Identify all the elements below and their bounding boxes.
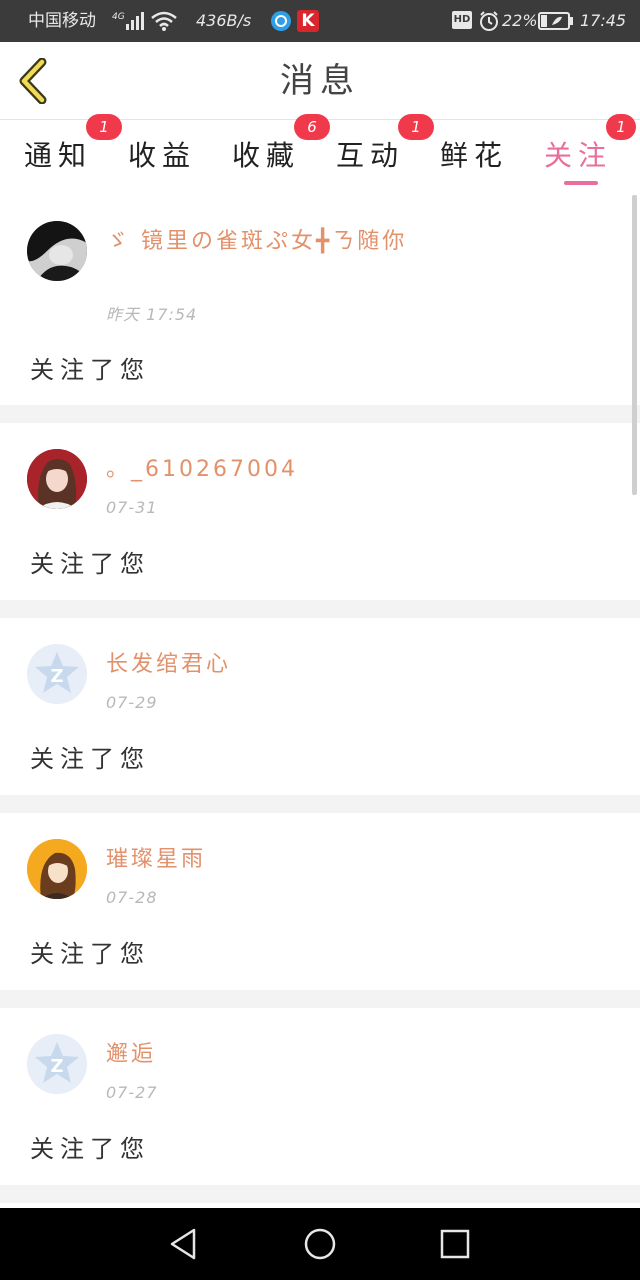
nav-home-button[interactable] [302, 1226, 338, 1262]
list-item[interactable]: ゞ 镜里の雀斑ぷ女╋ㄋ随你 昨天 17:54 关注了您 [0, 190, 640, 405]
tab-label: 通知 [23, 139, 92, 172]
tab-flowers[interactable]: 鲜花 [422, 120, 526, 190]
square-recents-icon [440, 1229, 470, 1259]
clock: 17:45 [580, 11, 627, 30]
tab-label: 互动 [335, 139, 404, 172]
svg-text:Z: Z [50, 666, 63, 687]
timestamp: 昨天 17:54 [106, 305, 198, 324]
divider [0, 990, 640, 1008]
k-app-label: K [301, 11, 315, 31]
tab-label: 收益 [127, 139, 196, 172]
alarm-icon [478, 10, 500, 32]
avatar[interactable] [27, 839, 87, 899]
page-title: 消息 [280, 61, 360, 101]
tab-notifications[interactable]: 通知 1 [6, 114, 122, 190]
svg-text:Z: Z [50, 1056, 63, 1077]
nav-recents-button[interactable] [437, 1226, 473, 1262]
hd-icon: HD [452, 11, 472, 29]
username[interactable]: 长发绾君心 [106, 648, 416, 682]
app-notification-icon [270, 10, 292, 32]
divider [0, 1185, 640, 1203]
network-speed: 436B/s [196, 11, 252, 30]
tab-label: 鲜花 [439, 139, 508, 172]
status-bar: 中国移动 4G 436B/s K HD 22% 17:45 [0, 0, 640, 42]
username[interactable]: 璀璨星雨 [106, 843, 416, 877]
message-text: 关注了您 [30, 940, 150, 968]
default-avatar-icon: Z [27, 1034, 87, 1094]
hd-label: HD [453, 14, 471, 25]
username[interactable]: 。_610267004 [106, 453, 416, 487]
avatar[interactable]: Z [27, 644, 87, 704]
battery-icon [538, 12, 574, 30]
circle-home-icon [304, 1228, 336, 1260]
battery-percent: 22% [502, 11, 538, 30]
message-text: 关注了您 [30, 550, 150, 578]
tab-label: 收藏 [231, 139, 300, 172]
system-nav-bar [0, 1208, 640, 1280]
tab-bar: 通知 1 收益 收藏 6 互动 1 鲜花 关注 1 [0, 114, 640, 190]
signal-icon: 4G [112, 10, 146, 32]
active-tab-indicator [564, 181, 598, 185]
avatar[interactable] [27, 221, 87, 281]
username[interactable]: 邂逅 [106, 1038, 416, 1072]
list-item[interactable]: Z 长发绾君心 07-29 关注了您 [0, 618, 640, 795]
divider [0, 795, 640, 813]
triangle-back-icon [170, 1228, 196, 1260]
list-item[interactable]: 。_610267004 07-31 关注了您 [0, 423, 640, 600]
list-item[interactable]: Z 邂逅 07-27 关注了您 [0, 1008, 640, 1185]
tab-favorites[interactable]: 收藏 6 [214, 114, 330, 190]
header-bar: 消息 [0, 42, 640, 120]
divider [0, 600, 640, 618]
wifi-icon [150, 10, 178, 32]
username[interactable]: ゞ 镜里の雀斑ぷ女╋ㄋ随你 [106, 225, 416, 259]
timestamp: 07-31 [106, 498, 158, 517]
message-text: 关注了您 [30, 1135, 150, 1163]
unread-badge: 1 [606, 114, 636, 140]
tab-label: 关注 [543, 139, 612, 172]
carrier-label: 中国移动 [28, 11, 96, 31]
default-avatar-icon: Z [27, 644, 87, 704]
tab-follows[interactable]: 关注 1 [526, 114, 636, 190]
tab-earnings[interactable]: 收益 [110, 120, 214, 190]
timestamp: 07-27 [106, 1083, 158, 1102]
tab-interactions[interactable]: 互动 1 [318, 114, 434, 190]
message-text: 关注了您 [30, 745, 150, 773]
nav-back-button[interactable] [166, 1226, 202, 1262]
message-text: 关注了您 [30, 356, 150, 384]
avatar[interactable]: Z [27, 1034, 87, 1094]
timestamp: 07-29 [106, 693, 158, 712]
divider [0, 405, 640, 423]
scrollbar[interactable] [632, 195, 637, 495]
timestamp: 07-28 [106, 888, 158, 907]
k-app-icon: K [297, 10, 319, 32]
avatar[interactable] [27, 449, 87, 509]
list-item[interactable]: 璀璨星雨 07-28 关注了您 [0, 813, 640, 990]
network-type-label: 4G [112, 12, 125, 22]
screen: 中国移动 4G 436B/s K HD 22% 17:45 消息 通知 1 收益… [0, 0, 640, 1280]
